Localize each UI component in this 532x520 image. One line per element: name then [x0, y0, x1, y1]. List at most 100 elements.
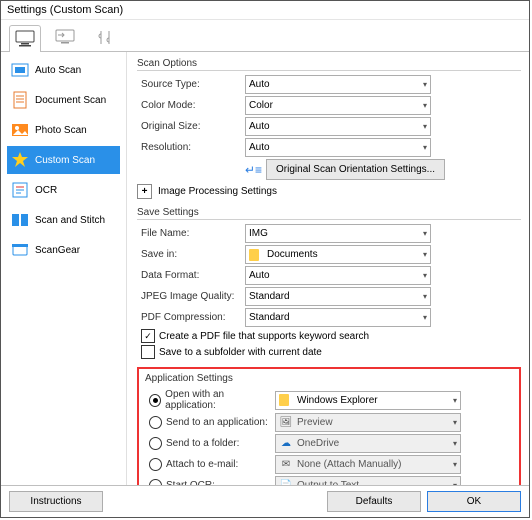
expand-image-processing[interactable]: + — [137, 184, 152, 199]
chevron-down-icon: ▾ — [423, 313, 427, 322]
subfolder-date-checkbox[interactable] — [141, 345, 155, 359]
color-mode-select[interactable]: Color ▾ — [245, 96, 431, 115]
orientation-settings-button[interactable]: Original Scan Orientation Settings... — [266, 159, 445, 180]
data-format-select[interactable]: Auto ▾ — [245, 266, 431, 285]
chevron-down-icon: ▾ — [453, 439, 457, 448]
chevron-down-icon: ▾ — [423, 143, 427, 152]
folder-icon — [279, 394, 293, 406]
tab-scan-from-panel[interactable] — [49, 24, 81, 51]
source-type-label: Source Type: — [137, 79, 239, 90]
send-app-radio[interactable] — [149, 416, 162, 429]
sidebar-item-ocr[interactable]: OCR — [7, 176, 120, 204]
sidebar-label: Photo Scan — [35, 125, 87, 136]
jpeg-quality-value: Standard — [249, 291, 290, 302]
chevron-down-icon: ▾ — [423, 101, 427, 110]
monitor-icon — [14, 30, 36, 48]
pdf-compression-label: PDF Compression: — [137, 312, 239, 323]
open-with-select[interactable]: Windows Explorer ▾ — [275, 391, 461, 410]
attach-email-select[interactable]: ✉None (Attach Manually)▾ — [275, 455, 461, 474]
file-name-label: File Name: — [137, 228, 239, 239]
photo-scan-icon — [11, 121, 29, 139]
chevron-down-icon: ▾ — [423, 271, 427, 280]
original-size-select[interactable]: Auto ▾ — [245, 117, 431, 136]
open-with-label: Open with an application: — [165, 389, 269, 411]
chevron-down-icon: ▾ — [423, 229, 427, 238]
pdf-compression-value: Standard — [249, 312, 290, 323]
tools-icon — [95, 29, 115, 47]
original-size-value: Auto — [249, 121, 270, 132]
chevron-down-icon: ▾ — [453, 418, 457, 427]
ocr-icon — [11, 181, 29, 199]
tab-scan-from-computer[interactable] — [9, 25, 41, 52]
sidebar: Auto Scan Document Scan Photo Scan Custo… — [1, 52, 127, 485]
sidebar-item-scangear[interactable]: ScanGear — [7, 236, 120, 264]
file-name-value: IMG — [249, 228, 268, 239]
application-settings-group: Application Settings Open with an applic… — [137, 367, 521, 485]
document-scan-icon — [11, 91, 29, 109]
keyword-search-checkbox[interactable]: ✓ — [141, 329, 155, 343]
pdf-compression-select[interactable]: Standard ▾ — [245, 308, 431, 327]
monitor-arrow-icon — [54, 29, 76, 47]
preview-icon: 🖼 — [279, 417, 293, 429]
jpeg-quality-label: JPEG Image Quality: — [137, 291, 239, 302]
data-format-value: Auto — [249, 270, 270, 281]
sidebar-label: OCR — [35, 185, 57, 196]
sidebar-item-scan-stitch[interactable]: Scan and Stitch — [7, 206, 120, 234]
attach-email-radio[interactable] — [149, 458, 162, 471]
chevron-down-icon: ▾ — [423, 250, 427, 259]
custom-scan-icon — [11, 151, 29, 169]
defaults-button[interactable]: Defaults — [327, 491, 421, 512]
sidebar-item-auto-scan[interactable]: Auto Scan — [7, 56, 120, 84]
attach-email-label: Attach to e-mail: — [166, 459, 238, 470]
sidebar-label: Custom Scan — [35, 155, 95, 166]
save-in-select[interactable]: Documents ▾ — [245, 245, 431, 264]
chevron-down-icon: ▾ — [453, 396, 457, 405]
footer: Instructions Defaults OK — [1, 485, 529, 517]
ok-button[interactable]: OK — [427, 491, 521, 512]
tab-general-settings[interactable] — [89, 24, 121, 51]
color-mode-label: Color Mode: — [137, 100, 239, 111]
reset-icon[interactable]: ↵≡ — [245, 163, 262, 177]
data-format-label: Data Format: — [137, 270, 239, 281]
scan-options-title: Scan Options — [137, 58, 521, 71]
chevron-down-icon: ▾ — [423, 80, 427, 89]
mail-icon: ✉ — [279, 459, 293, 471]
save-in-value: Documents — [267, 249, 318, 260]
scan-options-group: Scan Options Source Type: Auto ▾ Color Mod… — [137, 58, 521, 199]
source-type-select[interactable]: Auto ▾ — [245, 75, 431, 94]
attach-email-value: None (Attach Manually) — [297, 459, 402, 470]
send-folder-radio[interactable] — [149, 437, 162, 450]
subfolder-date-label: Save to a subfolder with current date — [159, 347, 322, 358]
send-folder-label: Send to a folder: — [166, 438, 239, 449]
source-type-value: Auto — [249, 79, 270, 90]
resolution-select[interactable]: Auto ▾ — [245, 138, 431, 157]
resolution-label: Resolution: — [137, 142, 239, 153]
keyword-search-label: Create a PDF file that supports keyword … — [159, 331, 369, 342]
open-with-value: Windows Explorer — [297, 395, 378, 406]
sidebar-item-photo-scan[interactable]: Photo Scan — [7, 116, 120, 144]
scangear-icon — [11, 241, 29, 259]
sidebar-item-custom-scan[interactable]: Custom Scan — [7, 146, 120, 174]
main-panel: Scan Options Source Type: Auto ▾ Color Mod… — [127, 52, 529, 485]
save-in-label: Save in: — [137, 249, 239, 260]
open-with-radio[interactable] — [149, 394, 161, 407]
send-app-select[interactable]: 🖼Preview▾ — [275, 413, 461, 432]
send-folder-select[interactable]: ☁OneDrive▾ — [275, 434, 461, 453]
color-mode-value: Color — [249, 100, 273, 111]
jpeg-quality-select[interactable]: Standard ▾ — [245, 287, 431, 306]
onedrive-icon: ☁ — [279, 438, 293, 450]
chevron-down-icon: ▾ — [423, 122, 427, 131]
start-ocr-select[interactable]: 📄Output to Text▾ — [275, 476, 461, 485]
sidebar-item-document-scan[interactable]: Document Scan — [7, 86, 120, 114]
file-name-input[interactable]: IMG ▾ — [245, 224, 431, 243]
sidebar-label: Scan and Stitch — [35, 215, 105, 226]
image-processing-label: Image Processing Settings — [158, 186, 277, 197]
instructions-button[interactable]: Instructions — [9, 491, 103, 512]
save-settings-group: Save Settings File Name:IMG▾ Save in:Doc… — [137, 207, 521, 359]
sidebar-label: ScanGear — [35, 245, 80, 256]
stitch-icon — [11, 211, 29, 229]
window-title: Settings (Custom Scan) — [1, 1, 529, 20]
chevron-down-icon: ▾ — [423, 292, 427, 301]
resolution-value: Auto — [249, 142, 270, 153]
sidebar-label: Document Scan — [35, 95, 106, 106]
